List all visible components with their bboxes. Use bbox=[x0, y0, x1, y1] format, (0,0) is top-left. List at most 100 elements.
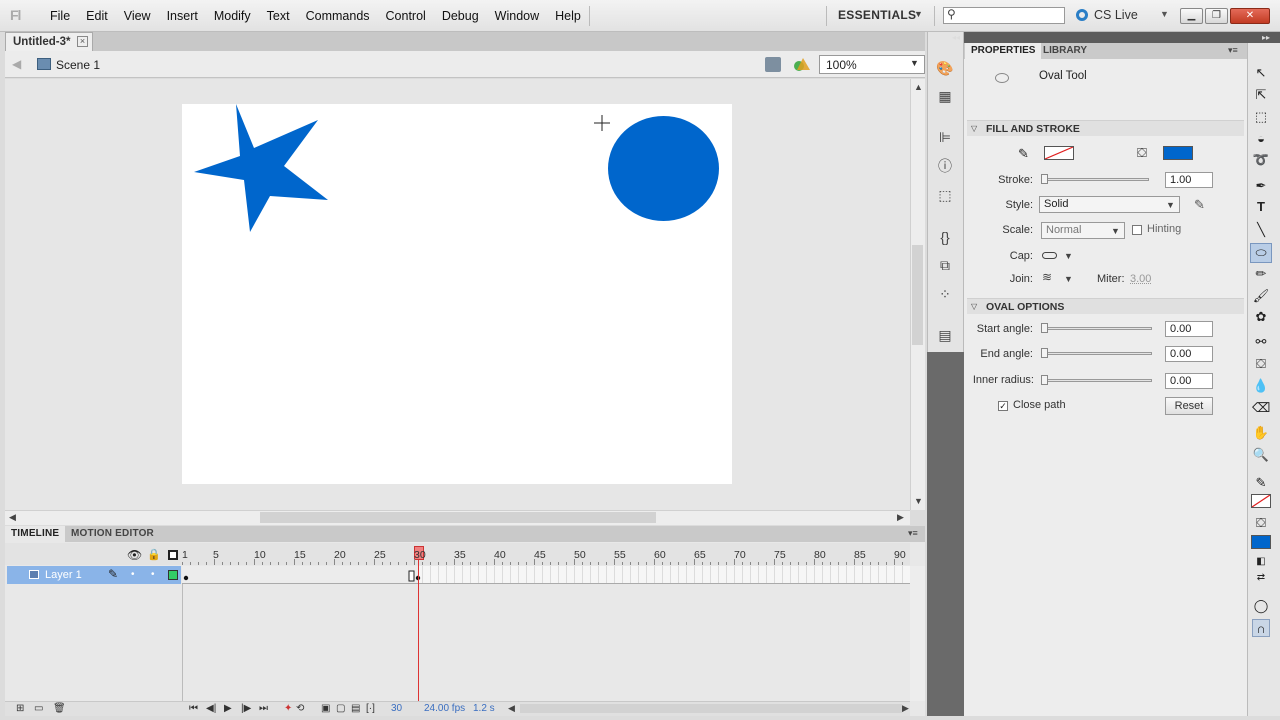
scroll-right-icon[interactable]: ▶ bbox=[897, 512, 904, 523]
search-input[interactable] bbox=[943, 7, 1065, 24]
frame-ruler[interactable] bbox=[182, 559, 910, 565]
panel-menu-icon[interactable]: ▾≡ bbox=[908, 528, 918, 539]
reset-button[interactable]: Reset bbox=[1165, 397, 1213, 415]
minimize-button[interactable]: ▁ bbox=[1180, 8, 1203, 24]
free-transform-tool-icon[interactable]: ⬚ bbox=[1252, 108, 1270, 126]
menu-commands[interactable]: Commands bbox=[298, 0, 378, 32]
scene-label[interactable]: Scene 1 bbox=[56, 58, 100, 72]
cap-icon[interactable] bbox=[1042, 252, 1057, 259]
frame-rate[interactable]: 24.00 fps bbox=[424, 703, 465, 714]
chevron-down-icon[interactable]: ▼ bbox=[1064, 251, 1073, 261]
back-arrow-icon[interactable]: ◀ bbox=[12, 57, 21, 71]
tab-library[interactable]: LIBRARY bbox=[1037, 43, 1093, 59]
scroll-thumb[interactable] bbox=[912, 245, 923, 345]
deco-tool-icon[interactable]: ✿ bbox=[1252, 308, 1270, 326]
tab-properties[interactable]: PROPERTIES bbox=[965, 43, 1042, 59]
last-frame-icon[interactable]: ⏭ bbox=[259, 703, 268, 714]
lock-dot[interactable]: • bbox=[151, 569, 155, 580]
pen-tool-icon[interactable]: ✒ bbox=[1252, 177, 1270, 195]
eye-icon[interactable]: 👁 bbox=[127, 548, 142, 562]
zoom-tool-icon[interactable]: 🔍 bbox=[1252, 446, 1270, 464]
hand-tool-icon[interactable]: ✋ bbox=[1252, 424, 1270, 442]
new-folder-icon[interactable]: ▭ bbox=[34, 703, 43, 714]
stroke-color-swatch[interactable] bbox=[1044, 146, 1074, 160]
slider-knob[interactable] bbox=[1041, 375, 1048, 385]
line-tool-icon[interactable]: ╲ bbox=[1252, 221, 1270, 239]
step-forward-icon[interactable]: |▶ bbox=[241, 703, 251, 714]
delete-icon[interactable]: 🗑 bbox=[53, 703, 66, 714]
edit-stroke-style-icon[interactable]: ✎ bbox=[1194, 197, 1205, 213]
slider-knob[interactable] bbox=[1041, 174, 1048, 184]
scroll-left-icon[interactable]: ◀ bbox=[9, 512, 16, 523]
chevron-down-icon[interactable]: ▼ bbox=[1166, 200, 1175, 210]
scroll-down-icon[interactable]: ▼ bbox=[914, 496, 923, 506]
slider-knob[interactable] bbox=[1041, 323, 1048, 333]
timeline-vertical-scrollbar[interactable] bbox=[910, 566, 925, 701]
motion-presets-icon[interactable]: ⁘ bbox=[936, 285, 954, 303]
lock-icon[interactable]: 🔒 bbox=[147, 548, 161, 561]
outline-icon[interactable] bbox=[168, 550, 178, 560]
slider-knob[interactable] bbox=[1041, 348, 1048, 358]
collapse-triangle-icon[interactable]: ▽ bbox=[971, 302, 977, 311]
project-icon[interactable]: ▤ bbox=[936, 326, 954, 344]
section-oval-options[interactable]: OVAL OPTIONS bbox=[967, 298, 1244, 314]
stroke-width-input[interactable]: 1.00 bbox=[1165, 172, 1213, 188]
menu-file[interactable]: File bbox=[42, 0, 78, 32]
expand-arrows-icon[interactable]: ▸▸ bbox=[1262, 33, 1270, 42]
join-icon[interactable]: ≋ bbox=[1042, 270, 1052, 284]
components-icon[interactable]: ⧉ bbox=[936, 256, 954, 274]
chevron-down-icon[interactable]: ▼ bbox=[1160, 9, 1169, 19]
collapse-triangle-icon[interactable]: ▽ bbox=[971, 124, 977, 133]
end-angle-input[interactable]: 0.00 bbox=[1165, 346, 1213, 362]
cs-live-label[interactable]: CS Live bbox=[1094, 8, 1138, 22]
chevron-down-icon[interactable]: ▼ bbox=[1064, 274, 1073, 284]
text-tool-icon[interactable]: T bbox=[1252, 198, 1270, 216]
menu-text[interactable]: Text bbox=[259, 0, 298, 32]
eraser-tool-icon[interactable]: ⌫ bbox=[1252, 399, 1270, 417]
close-path-checkbox[interactable]: ✓ bbox=[998, 401, 1008, 411]
menu-view[interactable]: View bbox=[116, 0, 159, 32]
close-button[interactable]: ✕ bbox=[1230, 8, 1270, 24]
menu-window[interactable]: Window bbox=[487, 0, 547, 32]
3d-rotation-tool-icon[interactable]: ◒ bbox=[1252, 130, 1270, 148]
first-frame-icon[interactable]: ⏮ bbox=[189, 703, 198, 714]
scroll-thumb[interactable] bbox=[520, 704, 902, 713]
tab-timeline[interactable]: TIMELINE bbox=[5, 526, 66, 542]
menu-debug[interactable]: Debug bbox=[434, 0, 487, 32]
chevron-down-icon[interactable]: ▼ bbox=[1111, 226, 1120, 236]
info-icon[interactable]: ⓘ bbox=[936, 157, 954, 175]
bone-tool-icon[interactable]: ⚯ bbox=[1252, 333, 1270, 351]
paint-bucket-tool-icon[interactable]: ⛋ bbox=[1252, 355, 1270, 373]
object-drawing-icon[interactable]: ◯ bbox=[1252, 597, 1270, 615]
visibility-dot[interactable]: • bbox=[131, 569, 135, 580]
menu-modify[interactable]: Modify bbox=[206, 0, 259, 32]
align-icon[interactable]: ⊫ bbox=[936, 128, 954, 146]
layer-frames[interactable] bbox=[182, 566, 910, 584]
subselection-tool-icon[interactable]: ⇱ bbox=[1252, 86, 1270, 104]
pencil-tool-icon[interactable]: ✏ bbox=[1252, 265, 1270, 283]
close-tab-icon[interactable]: × bbox=[77, 36, 88, 47]
chevron-down-icon[interactable]: ▼ bbox=[914, 9, 923, 19]
start-angle-input[interactable]: 0.00 bbox=[1165, 321, 1213, 337]
star-shape[interactable] bbox=[190, 100, 335, 235]
restore-button[interactable]: ❐ bbox=[1205, 8, 1228, 24]
hinting-checkbox[interactable] bbox=[1132, 225, 1142, 235]
outline-color-swatch[interactable] bbox=[168, 570, 178, 580]
inner-radius-input[interactable]: 0.00 bbox=[1165, 373, 1213, 389]
menu-edit[interactable]: Edit bbox=[78, 0, 116, 32]
onion-skin-icon[interactable]: ▣ bbox=[321, 703, 330, 714]
end-angle-slider[interactable] bbox=[1041, 352, 1152, 355]
start-angle-slider[interactable] bbox=[1041, 327, 1152, 330]
section-fill-and-stroke[interactable]: FILL AND STROKE bbox=[967, 120, 1244, 136]
center-frame-icon[interactable]: ✦ bbox=[284, 703, 292, 714]
fill-color-swatch[interactable] bbox=[1163, 146, 1193, 160]
inner-radius-slider[interactable] bbox=[1041, 379, 1152, 382]
scroll-right-icon[interactable]: ▶ bbox=[902, 703, 909, 714]
scroll-left-icon[interactable]: ◀ bbox=[508, 703, 515, 714]
workspace-switcher[interactable]: ESSENTIALS bbox=[838, 8, 916, 22]
oval-tool-icon[interactable]: ⬭ bbox=[1252, 244, 1270, 262]
brush-tool-icon[interactable]: 🖌 bbox=[1252, 287, 1270, 305]
eyedropper-tool-icon[interactable]: 💧 bbox=[1252, 377, 1270, 395]
code-snippets-icon[interactable]: {} bbox=[936, 228, 954, 246]
scroll-up-icon[interactable]: ▲ bbox=[914, 82, 923, 92]
